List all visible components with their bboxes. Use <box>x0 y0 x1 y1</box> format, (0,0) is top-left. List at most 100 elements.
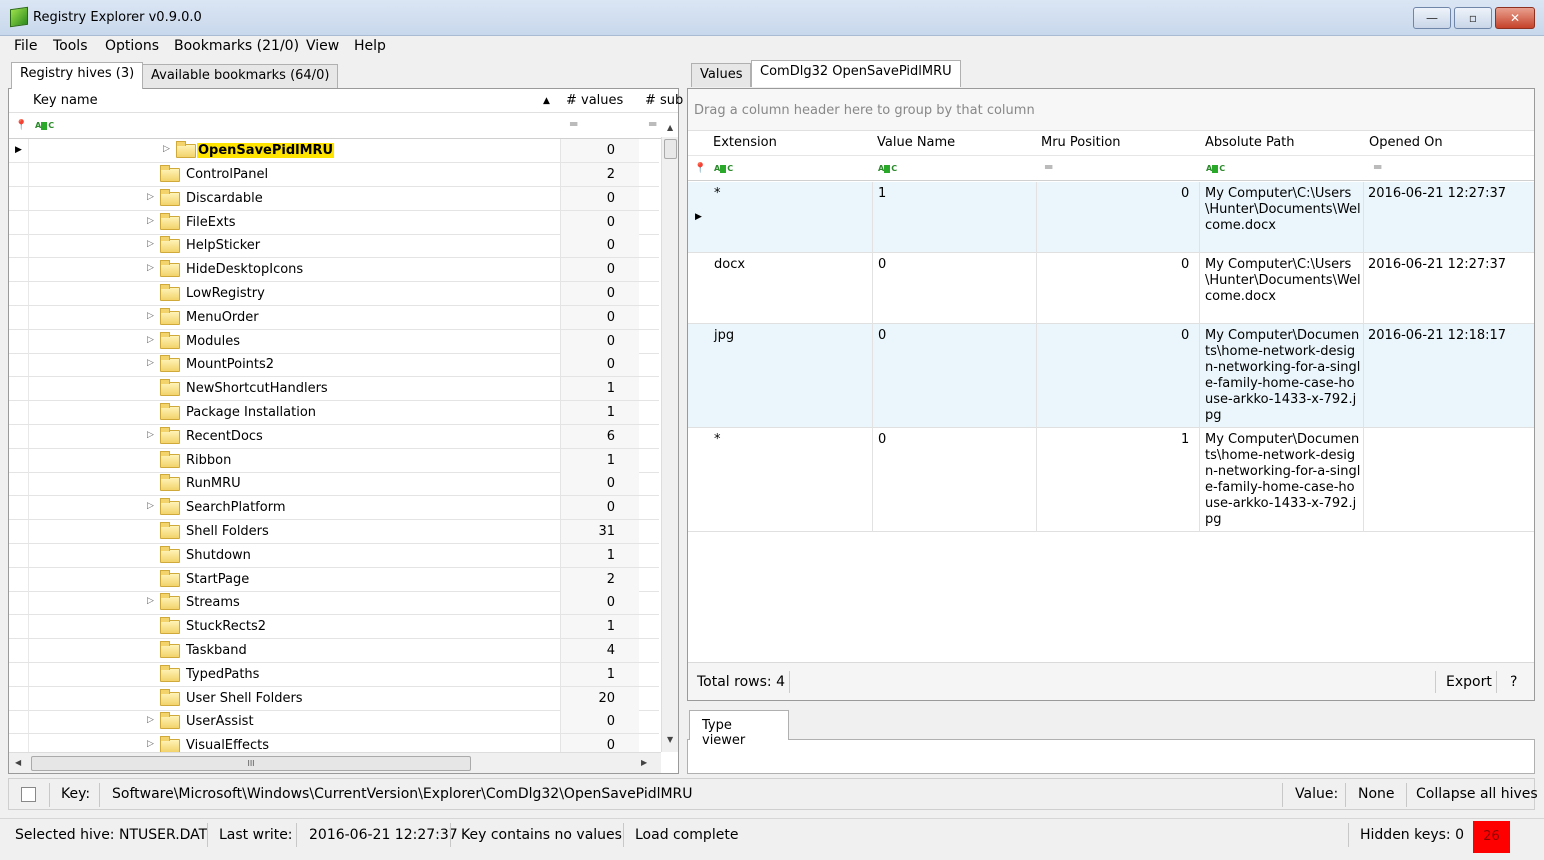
values-count-header[interactable]: # values <box>566 93 623 108</box>
tree-row[interactable]: User Shell Folders 20 <box>9 686 659 711</box>
values-filter-row[interactable]: 📍 AC AC ═ AC ═ <box>688 155 1534 181</box>
group-by-hint[interactable]: Drag a column header here to group by th… <box>688 89 1534 131</box>
menu-tools[interactable]: Tools <box>52 38 89 54</box>
values-count-cell: 1 <box>560 448 639 472</box>
tree-row[interactable]: ▷ FileExts 0 <box>9 210 659 235</box>
tree-row[interactable]: StuckRects2 1 <box>9 615 659 640</box>
help-button[interactable]: ? <box>1510 674 1517 690</box>
tree-row[interactable]: ControlPanel 2 <box>9 163 659 187</box>
tree-row[interactable]: Shell Folders 31 <box>9 520 659 544</box>
tree-row[interactable]: RunMRU 0 <box>9 472 659 497</box>
expand-arrow-icon[interactable]: ▷ <box>147 501 154 511</box>
collapse-all-hives-button[interactable]: Collapse all hives <box>1416 786 1538 802</box>
hidden-keys-badge[interactable]: 26 <box>1473 821 1510 853</box>
tab-values[interactable]: Values <box>691 63 752 87</box>
tree-row[interactable]: Ribbon 1 <box>9 448 659 473</box>
opened-on-header[interactable]: Opened On <box>1369 135 1443 150</box>
equals-filter-icon[interactable]: ═ <box>1045 160 1052 174</box>
value-row[interactable]: * 0 1 My Computer\Documents\home-network-de… <box>688 428 1534 532</box>
tree-row-label: RecentDocs <box>186 428 263 444</box>
menu-bar: File Tools Options Bookmarks (21/0) View… <box>0 36 1544 60</box>
tree-row[interactable]: ▷ Streams 0 <box>9 591 659 616</box>
expand-arrow-icon[interactable]: ▷ <box>147 263 154 273</box>
tree-row[interactable]: Package Installation 1 <box>9 401 659 425</box>
export-button[interactable]: Export <box>1446 674 1492 690</box>
expand-arrow-icon[interactable]: ▷ <box>147 192 154 202</box>
expand-arrow-icon[interactable]: ▷ <box>147 216 154 226</box>
expand-arrow-icon[interactable]: ▷ <box>147 596 154 606</box>
value-row[interactable]: docx 0 0 My Computer\C:\Users\Hunter\Docume… <box>688 253 1534 324</box>
expand-arrow-icon[interactable]: ▷ <box>147 311 154 321</box>
text-filter-icon[interactable]: AC <box>878 164 897 173</box>
scroll-right-icon[interactable]: ▶ <box>641 758 647 767</box>
extension-header[interactable]: Extension <box>713 135 777 150</box>
text-filter-icon[interactable]: AC <box>714 164 733 173</box>
expand-arrow-icon[interactable]: ▷ <box>147 715 154 725</box>
value-name-cell: 0 <box>878 257 887 272</box>
values-count: 0 <box>606 214 615 230</box>
menu-view[interactable]: View <box>305 38 340 54</box>
tab-available-bookmarks[interactable]: Available bookmarks (64/0) <box>142 64 339 88</box>
tree-row[interactable]: Shutdown 1 <box>9 543 659 568</box>
tab-comdlg32-opensavepidlmru[interactable]: ComDlg32 OpenSavePidlMRU <box>751 60 961 87</box>
tree-row[interactable]: ▷ UserAssist 0 <box>9 710 659 735</box>
row-indicator <box>9 639 29 662</box>
scroll-left-icon[interactable]: ◀ <box>15 758 21 767</box>
key-name-header[interactable]: Key name <box>33 93 98 108</box>
tree-row[interactable]: LowRegistry 0 <box>9 282 659 306</box>
menu-options[interactable]: Options <box>104 38 160 54</box>
equals-filter-icon[interactable]: ═ <box>1374 160 1381 174</box>
tree-row[interactable]: ▷ Discardable 0 <box>9 186 659 211</box>
tree-row[interactable]: NewShortcutHandlers 1 <box>9 377 659 402</box>
tree-row[interactable]: StartPage 2 <box>9 567 659 592</box>
tree-row[interactable]: ▷ HelpSticker 0 <box>9 234 659 259</box>
expand-arrow-icon[interactable]: ▷ <box>147 239 154 249</box>
key-checkbox[interactable] <box>21 787 36 802</box>
tree-row[interactable]: ▷ HideDesktopIcons 0 <box>9 258 659 283</box>
tab-registry-hives[interactable]: Registry hives (3) <box>11 62 144 89</box>
tree-row-label: Shell Folders <box>186 524 269 539</box>
menu-bookmarks[interactable]: Bookmarks (21/0) <box>173 38 300 54</box>
menu-help[interactable]: Help <box>353 38 387 54</box>
tab-type-viewer[interactable]: Type viewer <box>689 710 789 748</box>
tree-row-selected[interactable]: ▶ ▷ OpenSavePidlMRU 0 <box>9 139 659 163</box>
value-row[interactable]: ▶ * 1 0 My Computer\C:\Users\Hunter\Document… <box>688 182 1534 253</box>
tree-vertical-scrollbar[interactable]: ▲ ▼ <box>661 123 678 752</box>
equals-filter-icon[interactable]: ═ <box>649 117 656 131</box>
tree-row[interactable]: ▷ SearchPlatform 0 <box>9 496 659 521</box>
expand-arrow-icon[interactable]: ▷ <box>147 430 154 440</box>
scroll-down-icon[interactable]: ▼ <box>667 735 673 744</box>
scroll-thumb[interactable] <box>664 139 677 159</box>
equals-filter-icon[interactable]: ═ <box>570 117 577 131</box>
values-count-cell: 0 <box>560 496 639 520</box>
tree-filter-row[interactable]: 📍 AC ═ ═ <box>9 113 678 139</box>
tree-row[interactable]: ▷ RecentDocs 6 <box>9 424 659 449</box>
scroll-thumb[interactable]: III <box>31 756 471 771</box>
tree-row[interactable]: ▷ Modules 0 <box>9 329 659 354</box>
text-filter-icon[interactable]: AC <box>35 121 54 130</box>
tree-horizontal-scrollbar[interactable]: ◀ III ▶ <box>9 752 661 773</box>
value-name-header[interactable]: Value Name <box>877 135 955 150</box>
values-count-cell: 1 <box>560 662 639 686</box>
menu-file[interactable]: File <box>13 38 38 54</box>
minimize-button[interactable]: — <box>1413 7 1451 29</box>
expand-arrow-icon[interactable]: ▷ <box>147 739 154 749</box>
tree-row[interactable]: TypedPaths 1 <box>9 662 659 687</box>
subkeys-count-header[interactable]: # sub <box>645 93 683 108</box>
scroll-up-icon[interactable]: ▲ <box>667 123 673 132</box>
text-filter-icon[interactable]: AC <box>1206 164 1225 173</box>
expand-arrow-icon[interactable]: ▷ <box>163 144 170 154</box>
values-count: 0 <box>606 714 615 730</box>
selected-hive-status: Selected hive: NTUSER.DAT <box>15 827 208 843</box>
value-row[interactable]: jpg 0 0 My Computer\Documents\home-network-… <box>688 324 1534 428</box>
expand-arrow-icon[interactable]: ▷ <box>147 335 154 345</box>
close-button[interactable]: ✕ <box>1495 7 1535 29</box>
tree-row[interactable]: Taskband 4 <box>9 639 659 663</box>
absolute-path-header[interactable]: Absolute Path <box>1205 135 1295 150</box>
key-path-value[interactable]: Software\Microsoft\Windows\CurrentVersio… <box>112 786 693 802</box>
expand-arrow-icon[interactable]: ▷ <box>147 358 154 368</box>
mru-position-header[interactable]: Mru Position <box>1041 135 1121 150</box>
maximize-button[interactable]: ▫ <box>1454 7 1492 29</box>
tree-row[interactable]: ▷ MountPoints2 0 <box>9 353 659 378</box>
tree-row[interactable]: ▷ MenuOrder 0 <box>9 305 659 330</box>
